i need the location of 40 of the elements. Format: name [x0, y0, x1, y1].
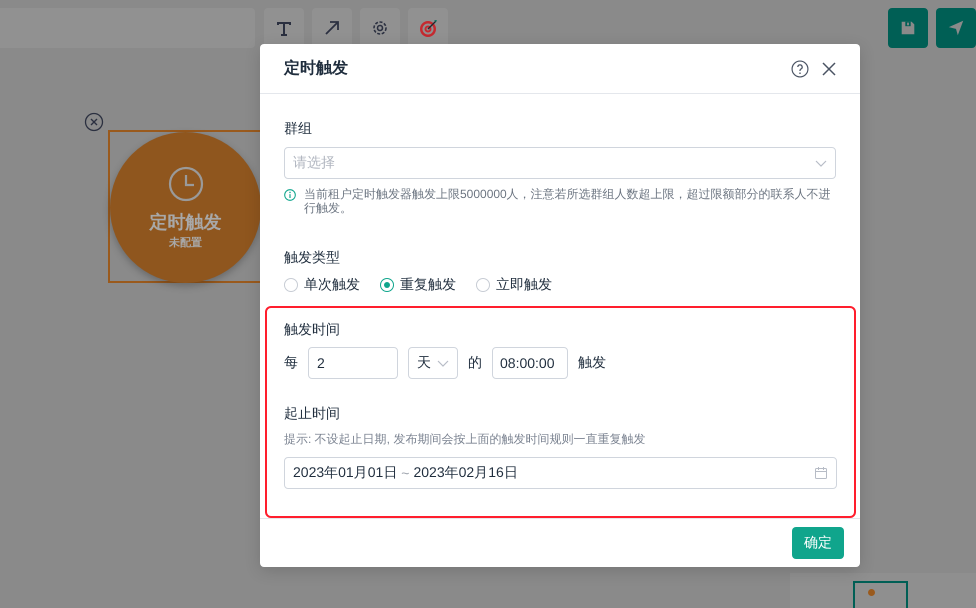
placeholder-text: 请选择: [293, 154, 335, 172]
node-title: 定时触发: [150, 210, 222, 234]
radio-button[interactable]: [284, 278, 298, 292]
field-label: 触发时间: [284, 320, 341, 340]
radio-button[interactable]: [380, 278, 394, 292]
radio-option[interactable]: 立即触发: [476, 276, 552, 294]
help-icon[interactable]: [791, 60, 809, 78]
suffix-text: 触发: [578, 354, 606, 372]
info-icon: [284, 189, 296, 202]
end-date: 2023年02月16日: [413, 464, 518, 482]
dialog-title: 定时触发: [284, 58, 349, 80]
clock-icon: [168, 166, 204, 202]
settings-icon: [370, 18, 390, 38]
start-date: 2023年01月01日: [293, 464, 398, 482]
field-label: 起止时间: [284, 404, 341, 424]
target-icon: [418, 18, 438, 38]
remove-icon: [84, 112, 104, 132]
prefix-text: 每: [284, 354, 298, 372]
node-marker: [868, 589, 875, 596]
field-label: 群组: [284, 119, 313, 138]
connector-text: 的: [468, 354, 482, 372]
radio-button[interactable]: [476, 278, 490, 292]
radio-label: 重复触发: [400, 276, 456, 294]
close-icon[interactable]: [822, 62, 836, 76]
time-field[interactable]: 08:00:00: [492, 347, 568, 380]
tip-text: 提示: 不设起止日期, 发布期间会按上面的触发时间规则一直重复触发: [284, 431, 646, 448]
radio-option[interactable]: 单次触发: [284, 276, 360, 294]
radio-label: 立即触发: [496, 276, 552, 294]
hint-text: 当前租户定时触发器触发上限5000000人，注意若所选群组人数超上限，超过限额部分的联系人不进行触发。: [304, 187, 832, 216]
radio-option[interactable]: 重复触发: [380, 276, 456, 294]
calendar-icon: [814, 466, 828, 480]
interval-field[interactable]: 2: [308, 347, 398, 380]
unit-select[interactable]: 天: [408, 347, 458, 380]
field-label: 触发类型: [284, 248, 341, 268]
date-range-field[interactable]: 2023年01月01日 ~ 2023年02月16日: [284, 457, 837, 490]
save-icon: [899, 19, 917, 37]
node-status: 未配置: [169, 236, 202, 250]
radio-label: 单次触发: [304, 276, 360, 294]
send-icon: [947, 19, 965, 37]
range-separator: ~: [401, 465, 410, 482]
